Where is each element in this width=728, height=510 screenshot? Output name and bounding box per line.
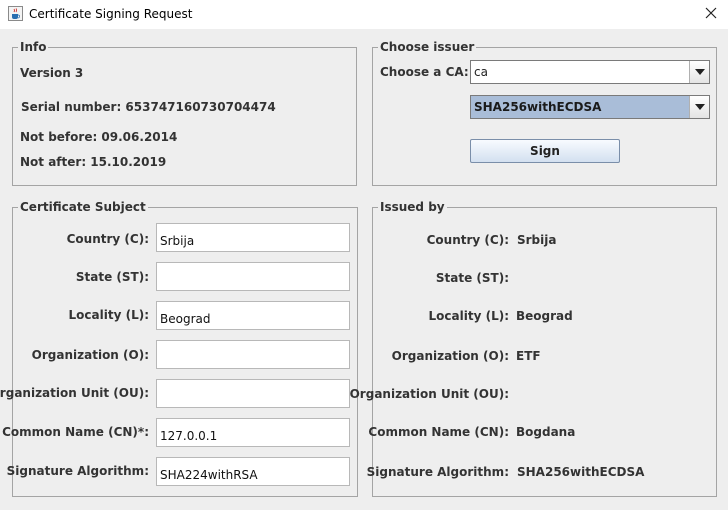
not-after-text: Not after: 15.10.2019 <box>20 155 167 169</box>
signature-algorithm-label: Signature Algorithm: <box>6 464 149 478</box>
issuer-signature-algorithm-label: Signature Algorithm: <box>366 465 509 479</box>
certificate-subject-legend: Certificate Subject <box>18 200 148 214</box>
country-field[interactable] <box>156 223 350 252</box>
title-bar: Certificate Signing Request <box>0 0 728 29</box>
version-text: Version 3 <box>20 66 84 80</box>
signature-algorithm-field[interactable] <box>156 457 350 486</box>
issuer-state-label: State (ST): <box>435 271 509 285</box>
info-legend: Info <box>18 40 49 54</box>
algorithm-select[interactable]: SHA256withECDSA <box>470 95 710 119</box>
window-title: Certificate Signing Request <box>29 7 193 21</box>
chevron-down-icon[interactable] <box>689 61 709 83</box>
close-icon <box>705 7 717 22</box>
choose-issuer-panel: Choose issuer Choose a CA: ca SHA256with… <box>372 40 717 186</box>
issuer-country-label: Country (C): <box>426 233 509 247</box>
info-panel: Info Version 3 Serial number: 6537471607… <box>12 40 357 186</box>
ca-select[interactable]: ca <box>470 60 710 84</box>
issued-by-legend: Issued by <box>378 200 447 214</box>
ca-label: Choose a CA: <box>380 65 469 79</box>
organization-label: Organization (O): <box>31 348 149 362</box>
state-field[interactable] <box>156 262 350 291</box>
issuer-country-value: Srbija <box>517 233 557 247</box>
ca-select-value: ca <box>474 65 488 79</box>
certificate-subject-panel: Certificate Subject Country (C): State (… <box>0 200 358 497</box>
issuer-organization-label: Organization (O): <box>391 349 509 363</box>
issuer-common-name-label: Common Name (CN): <box>368 425 509 439</box>
locality-label: Locality (L): <box>68 308 149 322</box>
organization-unit-label: Organization Unit (OU): <box>0 386 149 400</box>
state-label: State (ST): <box>75 270 149 284</box>
issuer-signature-algorithm-value: SHA256withECDSA <box>517 465 645 479</box>
sign-button[interactable]: Sign <box>470 139 620 163</box>
close-button[interactable] <box>698 2 724 26</box>
issued-by-panel: Issued by Country (C): Srbija State (ST)… <box>350 200 717 497</box>
country-label: Country (C): <box>66 232 149 246</box>
choose-issuer-legend: Choose issuer <box>378 40 477 54</box>
issuer-organization-unit-label: Organization Unit (OU): <box>349 387 509 401</box>
common-name-field[interactable] <box>156 418 350 447</box>
not-before-text: Not before: 09.06.2014 <box>20 130 178 144</box>
serial-number-text: Serial number: 653747160730704474 <box>21 100 276 114</box>
java-cup-icon <box>8 6 23 21</box>
issuer-organization-value: ETF <box>516 349 541 363</box>
chevron-down-icon[interactable] <box>689 96 709 118</box>
organization-field[interactable] <box>156 340 350 369</box>
issuer-locality-value: Beograd <box>516 309 573 323</box>
common-name-label: Common Name (CN)*: <box>2 425 149 439</box>
issuer-locality-label: Locality (L): <box>428 309 509 323</box>
locality-field[interactable] <box>156 301 350 330</box>
algorithm-select-value: SHA256withECDSA <box>474 100 602 114</box>
issuer-common-name-value: Bogdana <box>516 425 576 439</box>
organization-unit-field[interactable] <box>156 379 350 408</box>
